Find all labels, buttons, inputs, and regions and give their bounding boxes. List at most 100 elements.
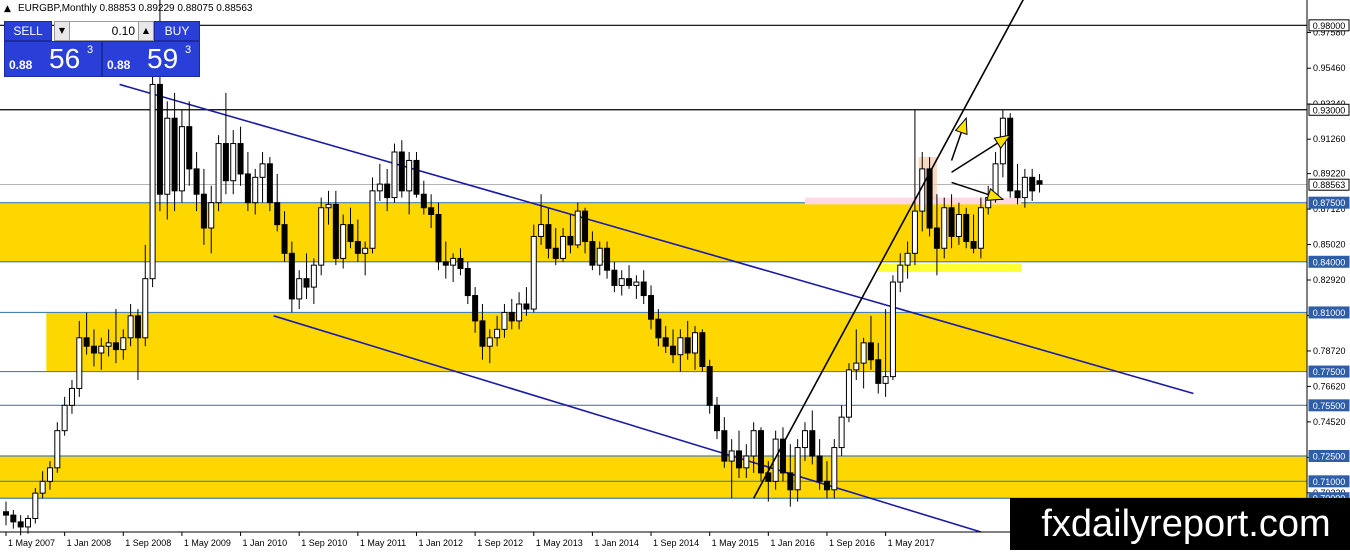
price-chart: 0.975800.954600.933400.912600.892200.871… — [0, 0, 1350, 554]
candle-body — [479, 320, 486, 347]
level-badge-label: 0.84000 — [1313, 257, 1346, 267]
candle-body — [391, 151, 398, 199]
buy-button[interactable]: BUY — [154, 21, 200, 41]
candle-110 — [809, 410, 816, 465]
candle-body — [801, 430, 808, 449]
sell-button[interactable]: SELL — [4, 21, 52, 41]
candle-body — [787, 472, 794, 491]
candle-72 — [530, 224, 537, 313]
buy-price-quote[interactable]: 0.88 59 3 — [102, 41, 200, 77]
candle-body — [831, 447, 838, 491]
candle-139 — [1021, 168, 1028, 208]
candle-body — [450, 257, 457, 266]
candle-body — [589, 241, 596, 266]
level-badge-label: 0.87500 — [1313, 198, 1346, 208]
candle-114 — [838, 405, 845, 456]
candle-25 — [186, 101, 193, 186]
candle-body — [545, 224, 552, 249]
candle-body — [633, 281, 640, 286]
candle-37 — [274, 173, 281, 232]
candle-63 — [464, 261, 471, 304]
x-tick-label: 1 Jan 2010 — [243, 538, 288, 548]
candle-body — [882, 376, 889, 384]
candle-body — [1029, 176, 1036, 192]
candle-body — [457, 257, 464, 270]
zone-0 — [0, 202, 1307, 262]
lot-decrease-icon[interactable]: ▼ — [55, 22, 70, 40]
collapse-arrow-icon[interactable]: ▲ — [4, 4, 11, 14]
buy-price-pips: 59 — [147, 43, 179, 74]
y-tick-label: 0.78720 — [1313, 346, 1346, 356]
candle-4 — [32, 488, 39, 524]
candle-body — [83, 337, 90, 347]
candle-56 — [413, 152, 420, 198]
watermark-text: fxdailyreport.com — [1041, 503, 1330, 545]
candle-body — [76, 337, 83, 389]
x-tick-label: 1 May 2007 — [8, 538, 55, 548]
candle-106 — [779, 427, 786, 482]
candle-body — [933, 227, 940, 249]
candle-body — [310, 264, 317, 288]
lot-size-value[interactable]: 0.10 — [71, 22, 137, 40]
candle-body — [406, 159, 413, 192]
x-tick-label: 1 May 2015 — [712, 538, 759, 548]
candle-body — [362, 247, 369, 254]
candle-29 — [215, 135, 222, 212]
y-tick-label: 0.95460 — [1313, 63, 1346, 73]
candle-body — [670, 345, 677, 356]
candle-body — [574, 210, 581, 246]
candle-body — [809, 430, 816, 457]
lot-increase-icon[interactable]: ▲ — [138, 22, 153, 40]
x-tick-label: 1 Jan 2016 — [770, 538, 815, 548]
candle-97 — [714, 396, 721, 440]
candle-body — [867, 342, 874, 361]
sell-price-quote[interactable]: 0.88 56 3 — [4, 41, 102, 77]
candle-1 — [10, 510, 17, 529]
candle-body — [54, 430, 61, 469]
candle-84 — [618, 270, 625, 296]
candle-95 — [699, 329, 706, 372]
buy-price-prefix: 0.88 — [107, 58, 131, 72]
candle-body — [721, 430, 728, 462]
support-resistance-zones — [0, 202, 1308, 499]
candle-43 — [318, 197, 325, 276]
candle-body — [17, 521, 24, 528]
candle-33 — [244, 152, 251, 212]
candle-86 — [633, 275, 640, 299]
sell-price-prefix: 0.88 — [9, 58, 33, 72]
candle-body — [24, 517, 31, 528]
candle-20 — [149, 59, 156, 288]
x-tick-label: 1 Jan 2012 — [418, 538, 463, 548]
zone-2 — [0, 456, 1307, 499]
candle-body — [332, 203, 339, 259]
x-tick-label: 1 Jan 2008 — [67, 538, 112, 548]
candle-body — [98, 345, 105, 354]
candle-body — [1021, 176, 1028, 199]
candle-body — [222, 143, 229, 182]
buy-price-fraction: 3 — [185, 44, 192, 56]
candle-body — [384, 183, 391, 199]
candle-body — [618, 278, 625, 286]
lot-size-stepper[interactable]: ▼ 0.10 ▲ — [54, 21, 154, 41]
candle-body — [369, 190, 376, 249]
candle-body — [677, 337, 684, 356]
candle-body — [684, 337, 691, 354]
candle-113 — [831, 439, 838, 499]
y-tick-label: 0.89220 — [1313, 169, 1346, 179]
candle-body — [706, 365, 713, 406]
candle-body — [816, 455, 823, 482]
candle-body — [200, 193, 207, 229]
candle-body — [955, 213, 962, 237]
candle-32 — [237, 126, 244, 186]
candle-body — [699, 332, 706, 367]
candle-109 — [801, 422, 808, 462]
candle-body — [208, 202, 215, 229]
candle-body — [215, 143, 222, 204]
candle-body — [39, 480, 46, 494]
watermark: fxdailyreport.com — [1010, 498, 1350, 550]
level-badge-label: 0.72500 — [1313, 452, 1346, 462]
candle-body — [977, 207, 984, 249]
candle-body — [1014, 190, 1021, 199]
x-tick-label: 1 May 2011 — [360, 538, 406, 548]
level-badge-label: 0.71000 — [1313, 477, 1346, 487]
